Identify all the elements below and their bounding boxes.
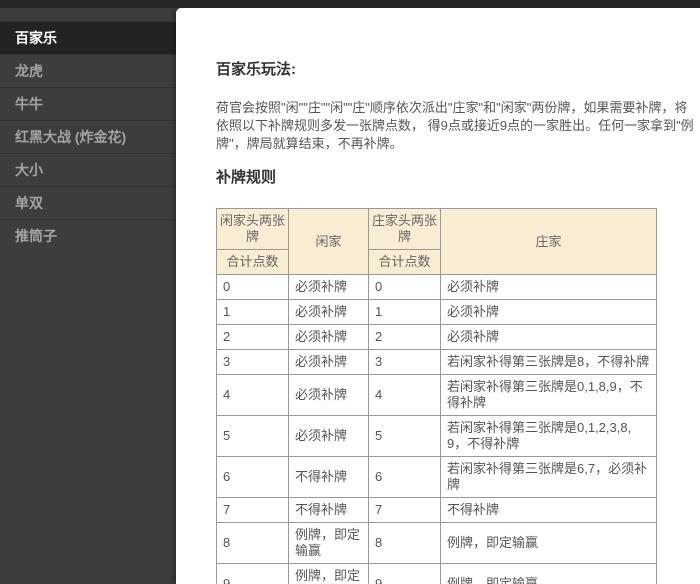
banker-action-cell: 不得补牌 bbox=[441, 498, 657, 523]
banker-points-cell: 2 bbox=[369, 325, 441, 350]
player-action-cell: 例牌，即定输赢 bbox=[289, 564, 369, 584]
banker-points-cell: 5 bbox=[369, 416, 441, 457]
banker-action-cell: 例牌，即定输赢 bbox=[441, 523, 657, 564]
player-points-cell: 4 bbox=[217, 375, 289, 416]
table-row: 3必须补牌3若闲家补得第三张牌是8，不得补牌 bbox=[217, 350, 657, 375]
player-action-cell: 不得补牌 bbox=[289, 457, 369, 498]
banker-points-cell: 3 bbox=[369, 350, 441, 375]
banker-points-cell: 4 bbox=[369, 375, 441, 416]
banker-action-cell: 若闲家补得第三张牌是8，不得补牌 bbox=[441, 350, 657, 375]
sidebar-item-red-black-war[interactable]: 红黑大战 (炸金花) bbox=[0, 120, 176, 153]
player-points-cell: 9 bbox=[217, 564, 289, 584]
header-banker-total: 合计点数 bbox=[369, 250, 441, 275]
player-points-cell: 2 bbox=[217, 325, 289, 350]
page-title: 百家乐玩法: bbox=[216, 58, 700, 79]
player-points-cell: 5 bbox=[217, 416, 289, 457]
rules-heading: 补牌规则 bbox=[216, 166, 700, 187]
banker-action-cell: 例牌，即定输赢 bbox=[441, 564, 657, 584]
player-action-cell: 不得补牌 bbox=[289, 498, 369, 523]
table-row: 4必须补牌4若闲家补得第三张牌是0,1,8,9，不得补牌 bbox=[217, 375, 657, 416]
table-row: 2必须补牌2必须补牌 bbox=[217, 325, 657, 350]
table-row: 1必须补牌1必须补牌 bbox=[217, 300, 657, 325]
banker-action-cell: 若闲家补得第三张牌是6,7，必须补牌 bbox=[441, 457, 657, 498]
player-points-cell: 0 bbox=[217, 275, 289, 300]
banker-points-cell: 0 bbox=[369, 275, 441, 300]
player-action-cell: 必须补牌 bbox=[289, 375, 369, 416]
content-panel: 百家乐玩法: 荷官会按照"闲""庄""闲""庄"顺序依次派出"庄家"和"闲家"两… bbox=[176, 8, 700, 584]
table-row: 9例牌，即定输赢9例牌，即定输赢 bbox=[217, 564, 657, 584]
header-banker-two-cards: 庄家头两张牌 bbox=[369, 209, 441, 250]
banker-action-cell: 必须补牌 bbox=[441, 325, 657, 350]
player-points-cell: 6 bbox=[217, 457, 289, 498]
banker-points-cell: 7 bbox=[369, 498, 441, 523]
sidebar: 百家乐 龙虎 牛牛 红黑大战 (炸金花) 大小 单双 推筒子 bbox=[0, 8, 176, 584]
banker-action-cell: 必须补牌 bbox=[441, 300, 657, 325]
top-bar bbox=[0, 0, 700, 8]
rules-table-head: 闲家头两张牌 闲家 庄家头两张牌 庄家 合计点数 合计点数 bbox=[217, 209, 657, 275]
player-action-cell: 例牌，即定输赢 bbox=[289, 523, 369, 564]
sidebar-item-big-small[interactable]: 大小 bbox=[0, 153, 176, 186]
rules-table-body: 0必须补牌0必须补牌1必须补牌1必须补牌2必须补牌2必须补牌3必须补牌3若闲家补… bbox=[217, 275, 657, 584]
player-action-cell: 必须补牌 bbox=[289, 416, 369, 457]
header-player: 闲家 bbox=[289, 209, 369, 275]
player-points-cell: 1 bbox=[217, 300, 289, 325]
banker-points-cell: 1 bbox=[369, 300, 441, 325]
player-points-cell: 7 bbox=[217, 498, 289, 523]
rules-table: 闲家头两张牌 闲家 庄家头两张牌 庄家 合计点数 合计点数 0必须补牌0必须补牌… bbox=[216, 208, 657, 584]
header-player-two-cards: 闲家头两张牌 bbox=[217, 209, 289, 250]
banker-points-cell: 8 bbox=[369, 523, 441, 564]
sidebar-item-niuniu[interactable]: 牛牛 bbox=[0, 87, 176, 120]
banker-points-cell: 9 bbox=[369, 564, 441, 584]
table-row: 7不得补牌7不得补牌 bbox=[217, 498, 657, 523]
player-points-cell: 8 bbox=[217, 523, 289, 564]
player-action-cell: 必须补牌 bbox=[289, 350, 369, 375]
sidebar-item-dragon-tiger[interactable]: 龙虎 bbox=[0, 54, 176, 87]
sidebar-item-baccarat[interactable]: 百家乐 bbox=[0, 21, 176, 54]
banker-action-cell: 若闲家补得第三张牌是0,1,2,3,8,9，不得补牌 bbox=[441, 416, 657, 457]
banker-action-cell: 若闲家补得第三张牌是0,1,8,9，不得补牌 bbox=[441, 375, 657, 416]
table-row: 0必须补牌0必须补牌 bbox=[217, 275, 657, 300]
table-row: 5必须补牌5若闲家补得第三张牌是0,1,2,3,8,9，不得补牌 bbox=[217, 416, 657, 457]
player-action-cell: 必须补牌 bbox=[289, 300, 369, 325]
header-player-total: 合计点数 bbox=[217, 250, 289, 275]
intro-paragraph: 荷官会按照"闲""庄""闲""庄"顺序依次派出"庄家"和"闲家"两份牌，如果需要… bbox=[216, 99, 696, 153]
sidebar-item-tui-tongzi[interactable]: 推筒子 bbox=[0, 219, 176, 252]
header-banker: 庄家 bbox=[441, 209, 657, 275]
table-row: 8例牌，即定输赢8例牌，即定输赢 bbox=[217, 523, 657, 564]
player-points-cell: 3 bbox=[217, 350, 289, 375]
header-row-1: 闲家头两张牌 闲家 庄家头两张牌 庄家 bbox=[217, 209, 657, 250]
player-action-cell: 必须补牌 bbox=[289, 275, 369, 300]
banker-action-cell: 必须补牌 bbox=[441, 275, 657, 300]
sidebar-item-odd-even[interactable]: 单双 bbox=[0, 186, 176, 219]
banker-points-cell: 6 bbox=[369, 457, 441, 498]
player-action-cell: 必须补牌 bbox=[289, 325, 369, 350]
table-row: 6不得补牌6若闲家补得第三张牌是6,7，必须补牌 bbox=[217, 457, 657, 498]
